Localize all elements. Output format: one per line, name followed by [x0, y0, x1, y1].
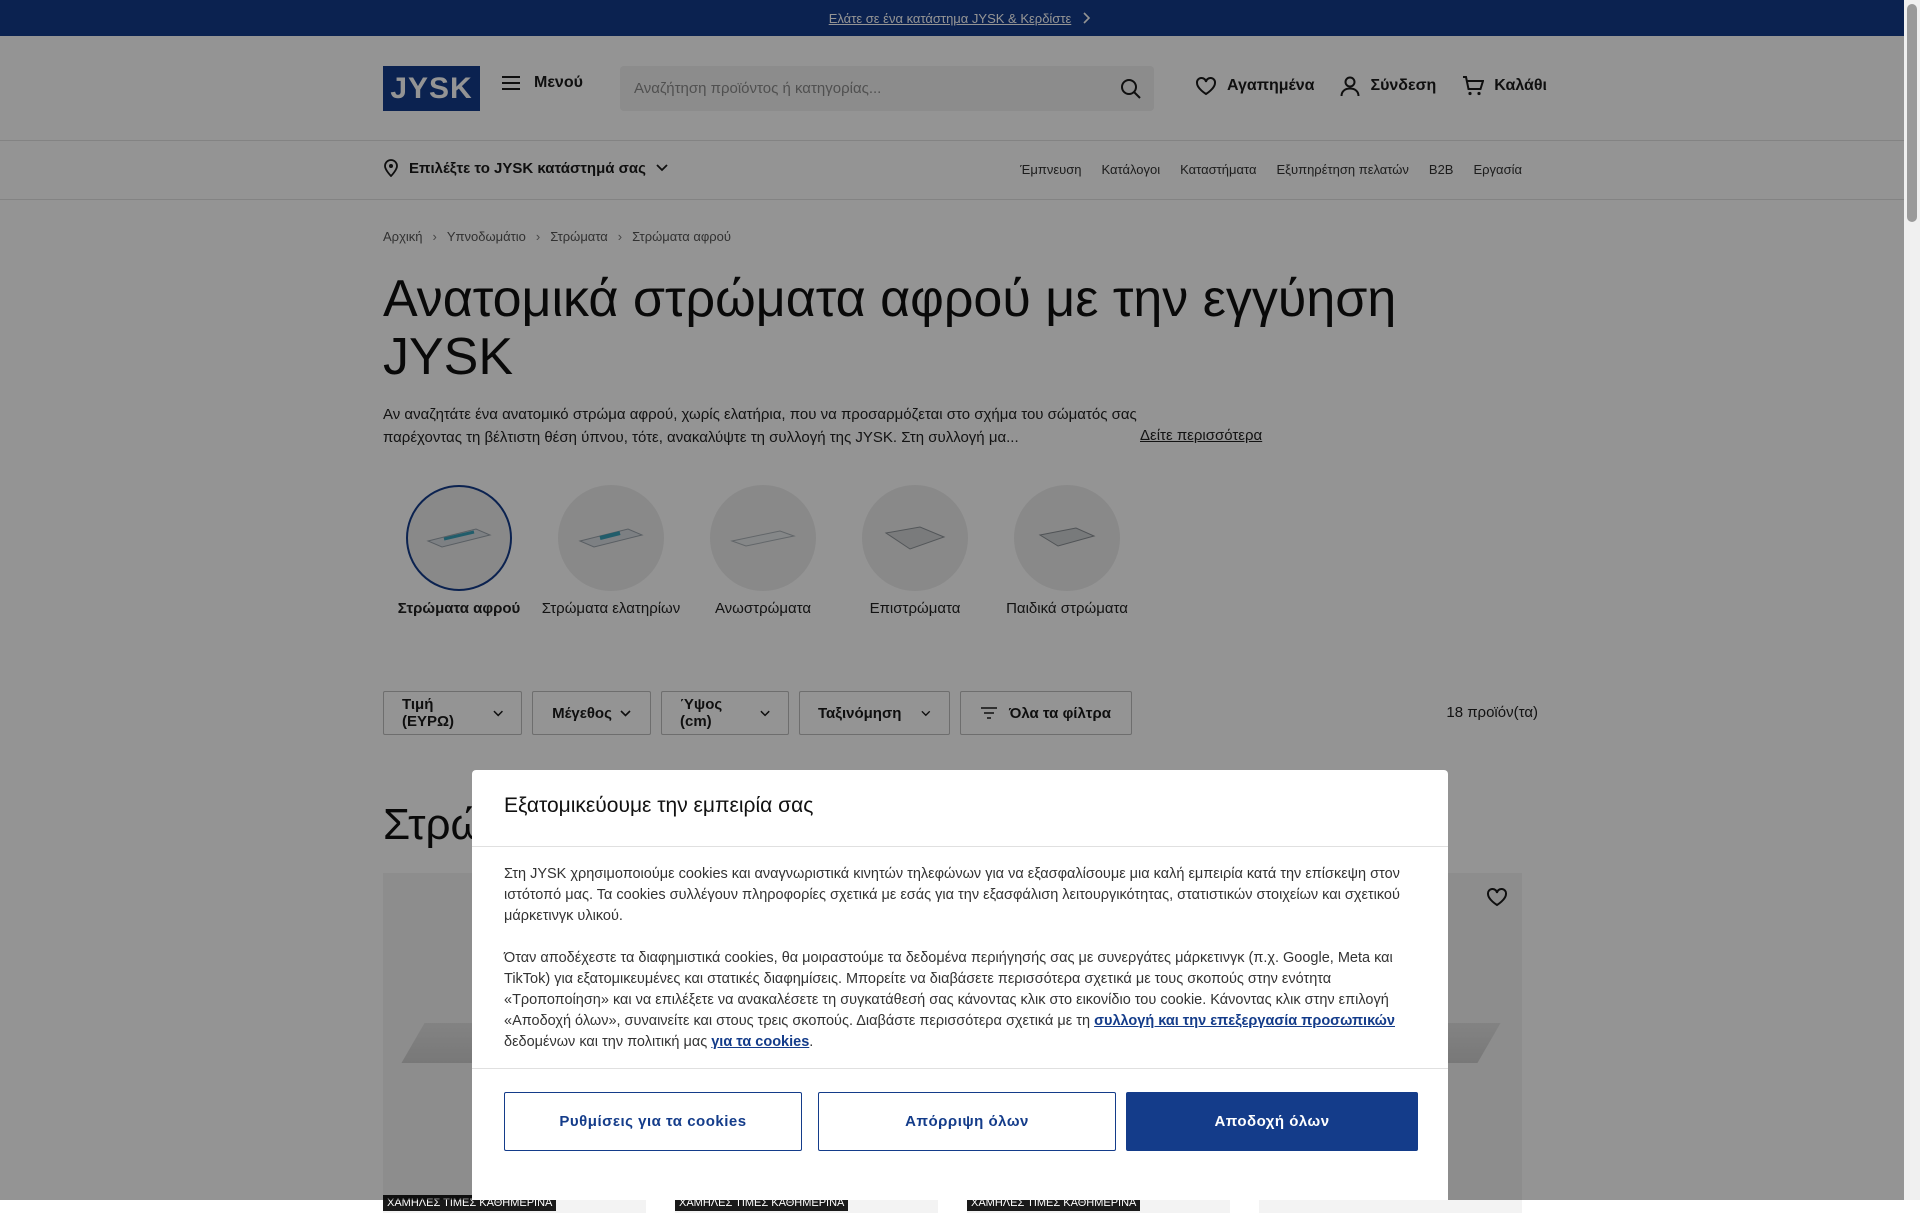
reject-all-button[interactable]: Απόρριψη όλων [818, 1092, 1116, 1151]
cookie-policy-link[interactable]: για τα cookies [711, 1034, 809, 1050]
scrollbar-thumb[interactable] [1907, 4, 1917, 222]
divider [472, 1068, 1448, 1069]
cookie-modal-body: Στη JYSK χρησιμοποιούμε cookies και αναγ… [504, 864, 1416, 1074]
cookie-modal-title: Εξατομικεύουμε την εμπειρία σας [504, 794, 814, 817]
cookie-settings-button[interactable]: Ρυθμίσεις για τα cookies [504, 1092, 802, 1151]
cookie-consent-modal: Εξατομικεύουμε την εμπειρία σας Στη JYSK… [472, 770, 1448, 1200]
divider [472, 846, 1448, 847]
page-scrollbar[interactable] [1904, 0, 1920, 1200]
data-processing-link[interactable]: συλλογή και την επεξεργασία προσωπικών [1094, 1013, 1395, 1029]
accept-all-button[interactable]: Αποδοχή όλων [1126, 1092, 1418, 1151]
cookie-paragraph-1: Στη JYSK χρησιμοποιούμε cookies και αναγ… [504, 866, 1400, 924]
cookie-text: . [809, 1034, 814, 1050]
cookie-paragraph-2: Όταν αποδέχεστε τα διαφημιστικά cookies,… [504, 948, 1416, 1053]
cookie-text: δεδομένων και την πολιτική μας [504, 1034, 712, 1050]
